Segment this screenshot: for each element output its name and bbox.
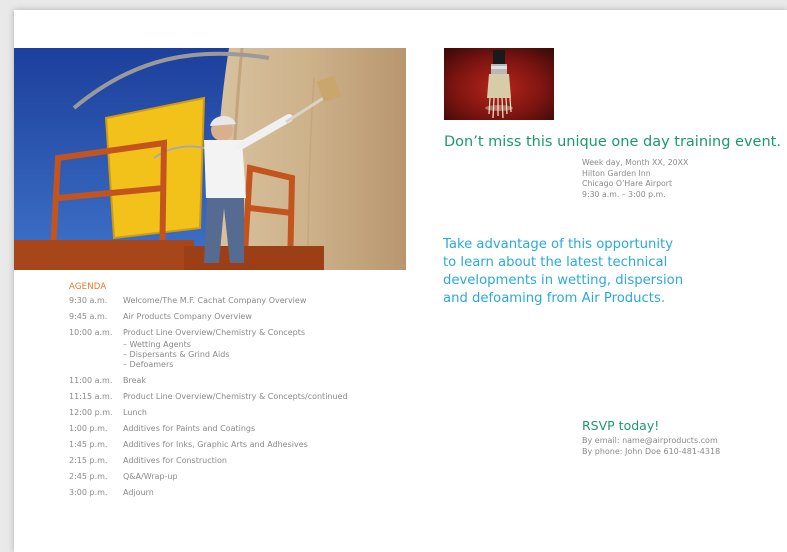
rsvp-block: RSVP today! By email: name@airproducts.c… — [582, 418, 720, 457]
agenda-time: 1:00 p.m. — [69, 424, 108, 433]
event-date: Week day, Month XX, 20XX — [582, 158, 689, 167]
agenda-desc: Product Line Overview/Chemistry & Concep… — [123, 328, 305, 337]
agenda-time: 10:00 a.m. — [69, 328, 113, 337]
agenda-time: 9:45 a.m. — [69, 312, 108, 321]
agenda-time: 2:15 p.m. — [69, 456, 108, 465]
promo-blurb: Take advantage of this opportunity to le… — [443, 236, 683, 308]
agenda-time: 3:00 p.m. — [69, 488, 108, 497]
painter-photo — [14, 48, 406, 270]
agenda-time: 11:00 a.m. — [69, 376, 113, 385]
agenda-subitem: – Wetting Agents — [123, 340, 191, 349]
agenda-time: 9:30 a.m. — [69, 296, 108, 305]
agenda-desc: Additives for Paints and Coatings — [123, 424, 256, 433]
flyer-page: AGENDA 9:30 a.m. Welcome/The M.F. Cachat… — [14, 10, 787, 552]
agenda-desc: Adjourn — [123, 488, 154, 497]
agenda-row: 1:00 p.m. Additives for Paints and Coati… — [69, 423, 255, 434]
agenda-row: 2:15 p.m. Additives for Construction — [69, 455, 227, 466]
agenda-row: 9:45 a.m. Air Products Company Overview — [69, 311, 252, 322]
rsvp-phone: By phone: John Doe 610-481-4318 — [582, 447, 721, 456]
agenda-desc: Additives for Construction — [123, 456, 227, 465]
agenda-time: 2:45 p.m. — [69, 472, 108, 481]
agenda: AGENDA 9:30 a.m. Welcome/The M.F. Cachat… — [69, 282, 348, 503]
blurb-line: Take advantage of this opportunity — [443, 237, 674, 252]
headline: Don’t miss this unique one day training … — [444, 134, 781, 150]
blurb-line: to learn about the latest technical — [443, 255, 668, 270]
blurb-line: developments in wetting, dispersion — [443, 273, 684, 288]
agenda-row: 11:15 a.m. Product Line Overview/Chemist… — [69, 391, 348, 402]
paintbrush-photo — [444, 48, 554, 120]
agenda-subitems: – Wetting Agents – Dispersants & Grind A… — [123, 340, 230, 370]
agenda-desc: Product Line Overview/Chemistry & Concep… — [123, 392, 348, 401]
event-venue: Hilton Garden Inn — [582, 168, 651, 178]
agenda-time: 12:00 p.m. — [69, 408, 113, 417]
agenda-row: 10:00 a.m. Product Line Overview/Chemist… — [69, 327, 305, 338]
agenda-desc: Q&A/Wrap-up — [123, 472, 178, 481]
agenda-desc: Additives for Inks, Graphic Arts and Adh… — [123, 440, 308, 449]
agenda-row: 11:00 a.m. Break — [69, 375, 176, 386]
agenda-title: AGENDA — [69, 282, 107, 292]
agenda-desc: Break — [123, 376, 147, 385]
rsvp-email: By email: name@airproducts.com — [582, 436, 718, 445]
agenda-row: 1:45 p.m. Additives for Inks, Graphic Ar… — [69, 439, 308, 450]
agenda-time: 1:45 p.m. — [69, 440, 108, 449]
agenda-subitem: – Defoamers — [123, 360, 174, 369]
agenda-desc: Welcome/The M.F. Cachat Company Overview — [123, 296, 307, 305]
event-location: Chicago O’Hare Airport — [582, 179, 673, 188]
agenda-desc: Lunch — [123, 408, 147, 417]
agenda-subitem: – Dispersants & Grind Aids — [123, 350, 230, 359]
event-details: Week day, Month XX, 20XX Hilton Garden I… — [582, 158, 688, 200]
agenda-time: 11:15 a.m. — [69, 392, 113, 401]
event-hours: 9:30 a.m. – 3:00 p.m. — [582, 189, 666, 199]
agenda-row: 12:00 p.m. Lunch — [69, 407, 176, 418]
agenda-row: 3:00 p.m. Adjourn — [69, 487, 176, 498]
blurb-line: and defoaming from Air Products. — [443, 291, 666, 306]
rsvp-title: RSVP today! — [582, 418, 660, 433]
agenda-desc: Air Products Company Overview — [123, 312, 252, 321]
agenda-row: 9:30 a.m. Welcome/The M.F. Cachat Compan… — [69, 295, 306, 306]
agenda-row: 2:45 p.m. Q&A/Wrap-up — [69, 471, 178, 482]
